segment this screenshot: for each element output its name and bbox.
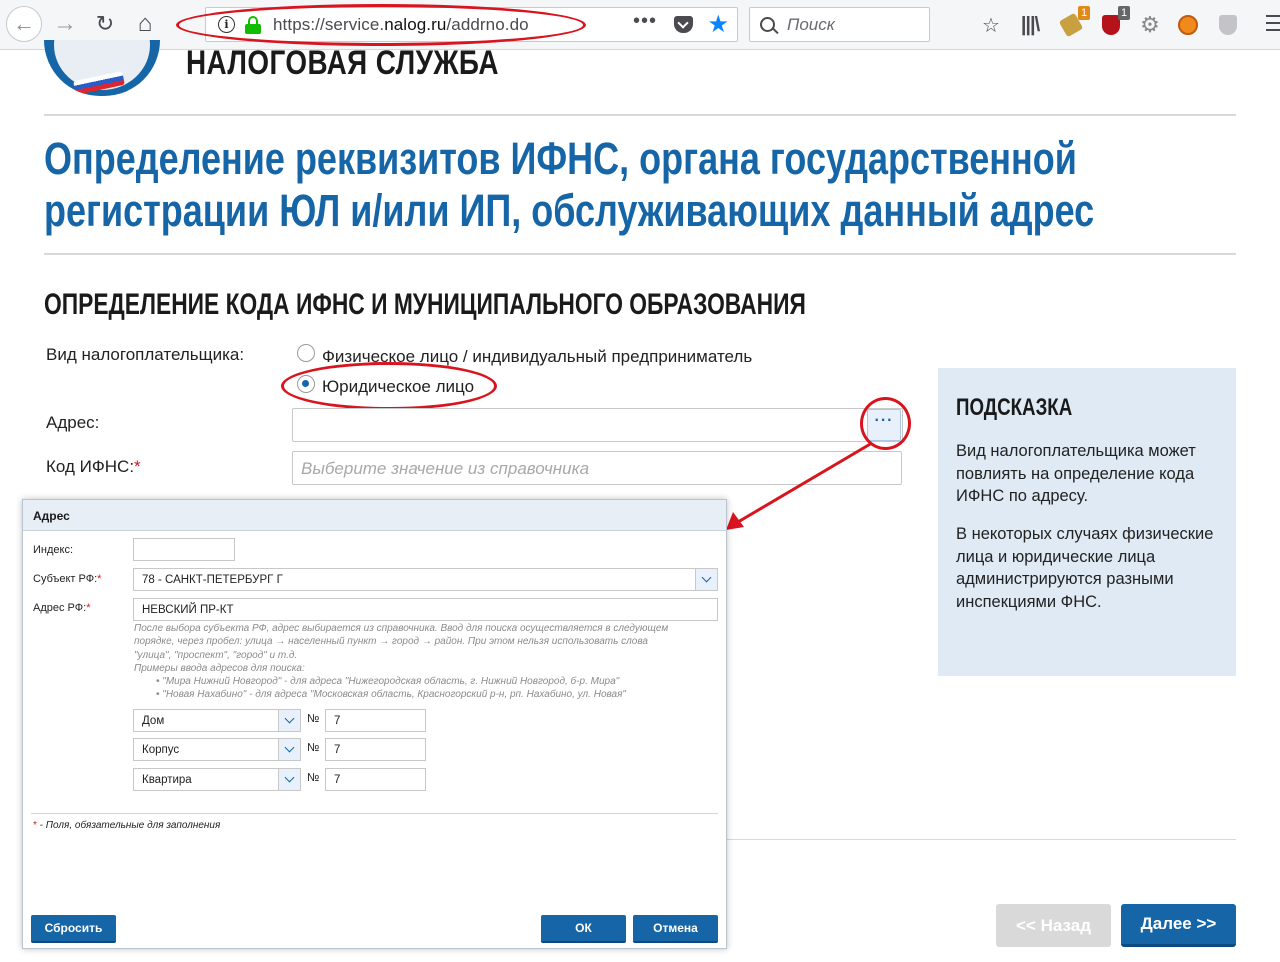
search-icon [760,17,775,32]
gear-icon[interactable]: ⚙ [1138,11,1162,39]
dialog-divider [31,813,718,814]
extension-icon[interactable]: 1 [1058,6,1090,39]
subject-label: Субъект РФ:* [33,573,101,585]
bookmark-star-icon[interactable]: ★ [707,10,729,39]
address-label: Адрес: [46,413,100,432]
number-sign: № [307,772,320,784]
next-button[interactable]: Далее >> [1121,904,1236,947]
help-example: • "Новая Нахабино" - для адреса "Московс… [156,689,626,701]
address-rf-label-text: Адрес РФ: [33,602,87,614]
ublock-icon[interactable]: 1 [1098,6,1130,39]
address-help-text: После выбора субъекта РФ, адрес выбирает… [134,622,714,702]
ifns-code-label-text: Код ИФНС: [46,457,135,476]
chevron-down-icon[interactable] [695,569,717,590]
reload-icon[interactable]: ↻ [90,6,120,42]
page-title: Определение реквизитов ИФНС, органа госу… [44,133,1164,237]
help-line: Примеры ввода адресов для поиска: [134,662,305,674]
apartment-type-value: Квартира [142,774,192,786]
picker-annotation-oval [860,397,911,450]
required-mark: * [97,573,102,585]
fns-emblem-logo[interactable] [44,40,160,96]
index-label: Индекс: [33,544,74,556]
divider [726,839,1236,840]
building-type-value: Дом [142,715,165,727]
help-example: • "Мира Нижний Новгород" - для адреса "Н… [156,676,620,688]
required-fields-note: * - Поля, обязательные для заполнения [33,820,220,831]
site-name: НАЛОГОВАЯ СЛУЖБА [186,44,499,82]
help-line: порядке, через пробел: улица → населенны… [134,636,648,648]
back-arrow-icon[interactable]: ← [6,6,42,42]
pocket-icon[interactable] [674,16,693,33]
library-icon[interactable]: |||\ [1016,11,1044,39]
apartment-type-select[interactable]: Квартира [133,768,301,791]
legal-entity-annotation-oval [281,362,497,410]
hint-panel: ПОДСКАЗКА Вид налогоплательщика может по… [938,368,1236,676]
url-annotation-oval [176,4,586,46]
subject-value: 78 - САНКТ-ПЕТЕРБУРГ Г [142,574,283,586]
chevron-down-icon[interactable] [278,769,300,790]
home-icon[interactable]: ⌂ [130,6,160,42]
taxpayer-type-label: Вид налогоплательщика: [46,345,245,364]
number-sign: № [307,713,320,725]
page-actions-icon[interactable]: ••• [633,10,657,33]
browser-toolbar: ← → ↻ ⌂ i https://service.nalog.ru/addrn… [0,0,1280,50]
required-mark: * [86,602,91,614]
address-rf-label: Адрес РФ:* [33,602,90,614]
chevron-down-icon[interactable] [278,739,300,760]
help-line: "улица", "проспект", "город" и т.д. [134,649,298,661]
divider [44,114,1236,116]
address-input[interactable] [292,408,903,442]
extension-badge: 1 [1078,6,1090,20]
bookmarks-menu-icon[interactable]: ☆ [978,11,1004,39]
index-input[interactable] [133,538,235,561]
shield-icon[interactable] [1216,11,1240,39]
building-number-input[interactable]: 7 [325,709,426,732]
chevron-down-icon[interactable] [278,710,300,731]
hint-paragraph-1: Вид налогоплательщика может повлиять на … [956,442,1196,505]
search-bar[interactable]: Поиск [749,7,930,42]
cancel-button[interactable]: Отмена [633,915,718,943]
address-dialog: Адрес Индекс: Субъект РФ:* 78 - САНКТ-ПЕ… [22,499,727,949]
ok-button[interactable]: ОК [541,915,626,943]
radio-individual[interactable] [297,344,315,362]
required-note-text: - Поля, обязательные для заполнения [36,820,221,831]
dialog-title: Адрес [33,509,70,523]
ifns-code-placeholder: Выберите значение из справочника [301,459,590,478]
reset-button[interactable]: Сбросить [31,915,116,943]
hint-title: ПОДСКАЗКА [956,394,1073,421]
help-line: После выбора субъекта РФ, адрес выбирает… [134,623,669,634]
ifns-code-input[interactable]: Выберите значение из справочника [292,451,902,485]
search-placeholder: Поиск [787,14,835,34]
corpus-type-value: Корпус [142,744,180,756]
building-type-select[interactable]: Дом [133,709,301,732]
apartment-number-input[interactable]: 7 [325,768,426,791]
hint-paragraph-2: В некоторых случаях физические лица и юр… [956,525,1214,611]
corpus-number-input[interactable]: 7 [325,738,426,761]
subject-select[interactable]: 78 - САНКТ-ПЕТЕРБУРГ Г [133,568,718,591]
address-rf-input[interactable]: НЕВСКИЙ ПР-КТ [133,598,718,621]
divider [44,253,1236,255]
hamburger-menu-icon[interactable] [1266,15,1280,33]
ublock-badge: 1 [1118,6,1130,20]
section-title: ОПРЕДЕЛЕНИЕ КОДА ИФНС И МУНИЦИПАЛЬНОГО О… [44,288,806,321]
addon-icon[interactable] [1176,11,1200,39]
dialog-header: Адрес [23,500,726,531]
corpus-type-select[interactable]: Корпус [133,738,301,761]
page-title-line-1: Определение реквизитов ИФНС, органа госу… [44,133,1077,184]
subject-label-text: Субъект РФ: [33,573,98,585]
number-sign: № [307,742,320,754]
page-title-line-2: регистрации ЮЛ и/или ИП, обслуживающих д… [44,185,1095,236]
forward-arrow-icon[interactable]: → [50,6,80,42]
back-button[interactable]: << Назад [996,904,1111,947]
ifns-code-label: Код ИФНС:* [46,457,141,477]
required-mark: * [134,457,141,476]
